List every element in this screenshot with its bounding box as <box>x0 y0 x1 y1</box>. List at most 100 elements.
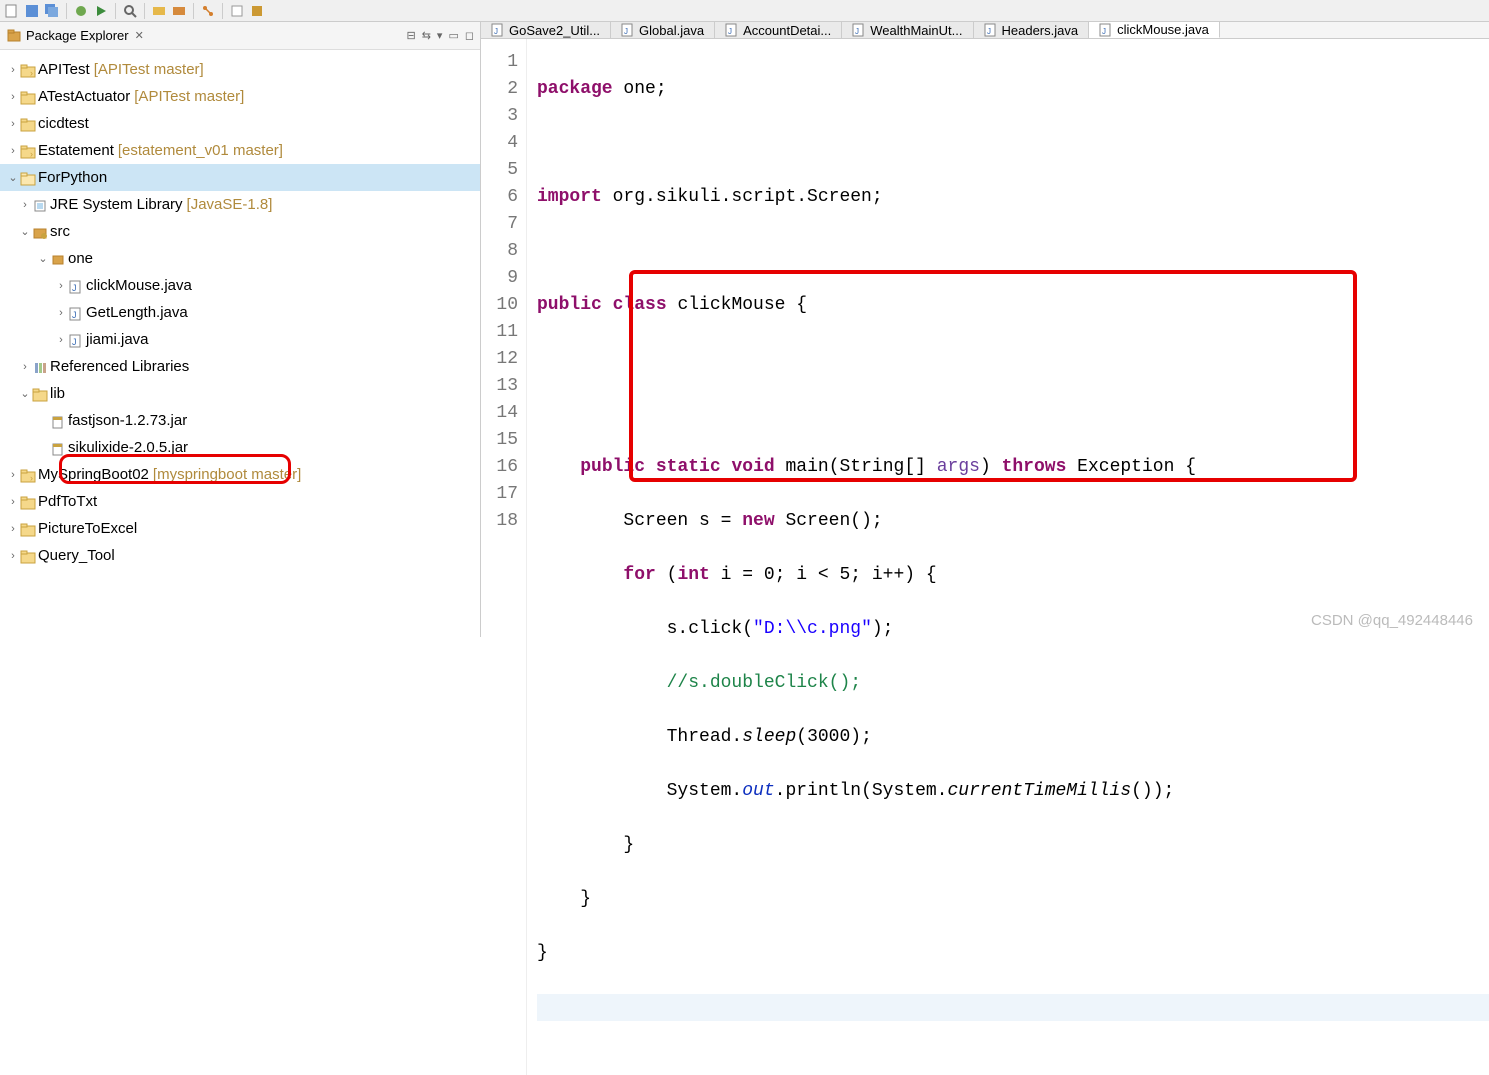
close-view-icon[interactable]: ✕ <box>135 29 144 42</box>
tb-ext2-icon[interactable] <box>171 3 187 19</box>
kw-import: import <box>537 187 602 207</box>
tree-item-src[interactable]: ⌄ src <box>0 218 480 245</box>
line-number: 3 <box>481 103 518 130</box>
tb-debug-icon[interactable] <box>73 3 89 19</box>
tree-item-referenced-libraries[interactable]: ›Referenced Libraries <box>0 353 480 380</box>
tree-item-label: PictureToExcel <box>38 520 137 537</box>
tree-item-myspringboot02[interactable]: ››MySpringBoot02[myspringboot master] <box>0 461 480 488</box>
jar-icon <box>50 440 68 456</box>
tb-ext1-icon[interactable] <box>151 3 167 19</box>
tree-item-clickmouse-java[interactable]: ›JclickMouse.java <box>0 272 480 299</box>
expand-arrow-icon[interactable]: › <box>54 280 68 292</box>
tree-item-label: lib <box>50 385 65 402</box>
expand-arrow-icon[interactable]: ⌄ <box>6 171 20 184</box>
code-editor[interactable]: 123456789101112131415161718 package one;… <box>481 39 1489 1075</box>
tb-search-icon[interactable] <box>122 3 138 19</box>
view-menu-icon[interactable]: ▾ <box>437 29 443 42</box>
tree-item-atestactuator[interactable]: › ATestActuator[APITest master] <box>0 83 480 110</box>
editor-tab-clickmouse-java[interactable]: JclickMouse.java <box>1089 22 1220 38</box>
tree-item-pdftotxt[interactable]: › PdfToTxt <box>0 488 480 515</box>
tb-save-all-icon[interactable] <box>44 3 60 19</box>
tb-xtra2-icon[interactable] <box>249 3 265 19</box>
kw-package: package <box>537 79 613 99</box>
expand-arrow-icon[interactable]: › <box>6 469 20 481</box>
tree-item-one[interactable]: ⌄one <box>0 245 480 272</box>
tree-item-cicdtest[interactable]: ›cicdtest <box>0 110 480 137</box>
expand-arrow-icon[interactable]: › <box>6 145 20 157</box>
tree-item-label: Estatement <box>38 142 114 159</box>
package-icon <box>50 251 68 267</box>
tree-item-label: ATestActuator <box>38 88 130 105</box>
tree-item-getlength-java[interactable]: ›JGetLength.java <box>0 299 480 326</box>
collapse-all-icon[interactable]: ⊟ <box>406 29 415 42</box>
tree-item-lib[interactable]: ⌄ lib <box>0 380 480 407</box>
tab-label: Headers.java <box>1002 23 1079 38</box>
line-gutter: 123456789101112131415161718 <box>481 39 527 1075</box>
tree-item-query_tool[interactable]: › Query_Tool <box>0 542 480 569</box>
tree-item-label: jiami.java <box>86 331 149 348</box>
tree-item-label: PdfToTxt <box>38 493 97 510</box>
expand-arrow-icon[interactable]: › <box>54 307 68 319</box>
main-toolbar <box>0 0 1489 22</box>
expand-arrow-icon[interactable]: › <box>6 550 20 562</box>
line-number: 6 <box>481 184 518 211</box>
project-open-icon <box>20 170 38 186</box>
project-icon <box>20 521 38 537</box>
line-number: 8 <box>481 238 518 265</box>
project-icon <box>20 548 38 564</box>
svg-text:J: J <box>987 27 991 36</box>
java-file-icon: J <box>725 23 739 37</box>
tree-item-sikulixide-2-0-5-jar[interactable]: sikulixide-2.0.5.jar <box>0 434 480 461</box>
java-icon: J <box>68 305 86 321</box>
tree-item-forpython[interactable]: ⌄ ForPython <box>0 164 480 191</box>
tree-item-label: ForPython <box>38 169 107 186</box>
expand-arrow-icon[interactable]: › <box>18 361 32 373</box>
explorer-title: Package Explorer ✕ <box>6 28 144 44</box>
expand-arrow-icon[interactable]: › <box>6 118 20 130</box>
tree-item-estatement[interactable]: ››Estatement[estatement_v01 master] <box>0 137 480 164</box>
code-content[interactable]: package one; import org.sikuli.script.Sc… <box>527 39 1489 1075</box>
editor-tab-global-java[interactable]: JGlobal.java <box>611 22 715 38</box>
tb-new-icon[interactable] <box>4 3 20 19</box>
line-number: 1 <box>481 49 518 76</box>
editor-tab-accountdetai-[interactable]: JAccountDetai... <box>715 22 842 38</box>
tree-item-fastjson-1-2-73-jar[interactable]: fastjson-1.2.73.jar <box>0 407 480 434</box>
expand-arrow-icon[interactable]: › <box>6 91 20 103</box>
tree-item-suffix: [APITest master] <box>134 88 244 105</box>
tb-xtra1-icon[interactable] <box>229 3 245 19</box>
project-git-icon: › <box>20 62 38 78</box>
tree-item-jre-system-library[interactable]: ›JRE System Library[JavaSE-1.8] <box>0 191 480 218</box>
editor-tab-wealthmainut-[interactable]: JWealthMainUt... <box>842 22 973 38</box>
editor-tab-gosave2_util-[interactable]: JGoSave2_Util... <box>481 22 611 38</box>
maximize-icon[interactable]: ◻ <box>465 29 474 42</box>
tb-run-icon[interactable] <box>93 3 109 19</box>
tree-item-picturetoexcel[interactable]: › PictureToExcel <box>0 515 480 542</box>
expand-arrow-icon[interactable]: › <box>6 523 20 535</box>
java-file-icon: J <box>621 23 635 37</box>
tree-item-apitest[interactable]: ››APITest[APITest master] <box>0 56 480 83</box>
tree-item-label: Query_Tool <box>38 547 115 564</box>
tree-item-label: src <box>50 223 70 240</box>
expand-arrow-icon[interactable]: ⌄ <box>18 387 32 400</box>
tree-item-jiami-java[interactable]: ›Jjiami.java <box>0 326 480 353</box>
editor-tabs[interactable]: JGoSave2_Util...JGlobal.javaJAccountDeta… <box>481 22 1489 39</box>
svg-text:J: J <box>72 283 77 293</box>
editor-tab-headers-java[interactable]: J Headers.java <box>974 22 1090 38</box>
expand-arrow-icon[interactable]: › <box>6 64 20 76</box>
link-editor-icon[interactable]: ⇆ <box>422 29 431 42</box>
expand-arrow-icon[interactable]: › <box>6 496 20 508</box>
tb-save-icon[interactable] <box>24 3 40 19</box>
svg-text:›: › <box>30 68 33 78</box>
expand-arrow-icon[interactable]: ⌄ <box>18 225 32 238</box>
expand-arrow-icon[interactable]: ⌄ <box>36 252 50 265</box>
project-tree[interactable]: › › APITest [APITest master]› ATestActuator[… <box>0 50 480 637</box>
project-icon <box>20 116 38 132</box>
tree-item-label: APITest <box>38 61 90 78</box>
expand-arrow-icon[interactable]: › <box>54 334 68 346</box>
line-number: 4 <box>481 130 518 157</box>
minimize-icon[interactable]: ▭ <box>448 29 458 42</box>
line-number: 15 <box>481 427 518 454</box>
tb-git-icon[interactable] <box>200 3 216 19</box>
expand-arrow-icon[interactable]: › <box>18 199 32 211</box>
watermark-text: CSDN @qq_492448446 <box>1311 612 1473 629</box>
